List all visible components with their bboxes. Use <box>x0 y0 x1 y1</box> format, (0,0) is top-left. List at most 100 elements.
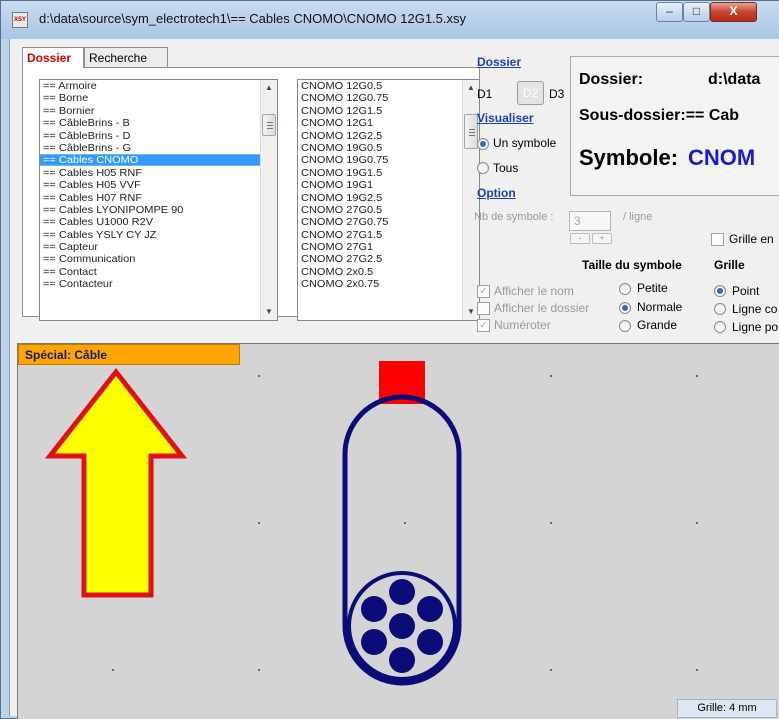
spin-minus-button[interactable]: - <box>570 233 590 244</box>
symbol-list[interactable]: CNOMO 12G0.5 CNOMO 12G0.75 CNOMO 12G1.5 CNO… <box>297 79 480 321</box>
symbol-list-item[interactable]: CNOMO 19G0.5 <box>298 142 479 154</box>
folder-list-item[interactable]: == Cables LYONIPOMPE 90 <box>40 204 277 216</box>
folder-list-item[interactable]: == Cables H07 RNF <box>40 192 277 204</box>
nb-symbole-input[interactable]: 3 <box>569 211 611 231</box>
tab-recherche[interactable]: Recherche <box>84 47 168 68</box>
folder-list[interactable]: == Armoire == Borne == Bornier == CâbleBrin… <box>39 79 278 321</box>
scroll-up-icon[interactable]: ▲ <box>261 80 277 96</box>
symbol-list-item[interactable]: CNOMO 2x0.75 <box>298 279 479 291</box>
folder-list-scrollbar[interactable]: ▲ ▼ <box>260 80 277 320</box>
symbol-list-item[interactable]: CNOMO 2x0.5 <box>298 266 479 278</box>
symbol-list-item[interactable]: CNOMO 27G2.5 <box>298 254 479 266</box>
radio-point-label[interactable]: Point <box>732 284 759 298</box>
conductor <box>389 613 415 639</box>
folder-list-item[interactable]: == CâbleBrins - G <box>40 142 277 154</box>
radio-grande[interactable] <box>619 320 631 332</box>
d1-label[interactable]: D1 <box>477 87 492 101</box>
afficher-dossier-checkbox[interactable] <box>477 302 490 315</box>
numeroter-label[interactable]: Numéroter <box>494 318 551 332</box>
dossier-heading[interactable]: Dossier <box>477 55 521 69</box>
grille-en-label[interactable]: Grille en <box>729 232 774 246</box>
spin-plus-button[interactable]: + <box>592 233 612 244</box>
radio-tous[interactable] <box>477 162 489 174</box>
taille-heading: Taille du symbole <box>582 258 682 272</box>
folder-list-item[interactable]: == Cables CNOMO <box>40 154 277 167</box>
symbol-list-item[interactable]: CNOMO 12G1.5 <box>298 105 479 117</box>
app-icon: XSY <box>12 12 28 28</box>
arrow-icon <box>44 367 188 598</box>
symbol-list-item[interactable]: CNOMO 27G1.5 <box>298 229 479 241</box>
symbol-list-item[interactable]: CNOMO 12G0.5 <box>298 80 479 92</box>
radio-ligne-pointillee[interactable] <box>714 321 726 333</box>
folder-list-item[interactable]: == Contact <box>40 266 277 278</box>
symbol-drawing <box>44 361 462 686</box>
symbol-list-item[interactable]: CNOMO 27G0.5 <box>298 204 479 216</box>
scroll-thumb[interactable] <box>262 114 276 136</box>
minimize-button[interactable]: – <box>656 2 683 22</box>
afficher-nom-label[interactable]: Afficher le nom <box>494 284 574 298</box>
app-window: XSY d:\data\source\sym_electrotech1\== C… <box>0 0 779 719</box>
symbol-list-item[interactable]: CNOMO 12G2.5 <box>298 130 479 142</box>
symbol-list-item[interactable]: CNOMO 12G1 <box>298 117 479 129</box>
scroll-thumb[interactable] <box>464 114 478 149</box>
folder-list-item[interactable]: == Capteur <box>40 241 277 253</box>
conductor <box>389 579 415 605</box>
afficher-dossier-label[interactable]: Afficher le dossier <box>494 301 589 315</box>
radio-normale[interactable] <box>619 302 631 314</box>
option-heading[interactable]: Option <box>477 186 516 200</box>
afficher-nom-checkbox[interactable]: ✓ <box>477 285 490 298</box>
folder-list-item[interactable]: == Bornier <box>40 105 277 117</box>
visualiser-heading[interactable]: Visualiser <box>477 111 533 125</box>
tab-dossier[interactable]: Dossier <box>22 47 84 68</box>
radio-ligne-pointillee-label[interactable]: Ligne po <box>732 320 778 334</box>
radio-ligne-continue-label[interactable]: Ligne co <box>732 302 777 316</box>
info-symbole-value: CNOM <box>688 145 756 170</box>
radio-petite-label[interactable]: Petite <box>637 281 668 295</box>
symbol-list-item[interactable]: CNOMO 19G2.5 <box>298 192 479 204</box>
symbol-list-item[interactable]: CNOMO 19G1.5 <box>298 167 479 179</box>
symbol-preview-canvas[interactable]: Spécial: Câble <box>17 343 779 719</box>
symbol-list-item[interactable]: CNOMO 27G1 <box>298 241 479 253</box>
radio-petite[interactable] <box>619 283 631 295</box>
grille-heading: Grille <box>714 258 745 272</box>
symbol-list-item[interactable]: CNOMO 19G1 <box>298 179 479 191</box>
symbol-list-item[interactable]: CNOMO 12G0.75 <box>298 93 479 105</box>
info-sous-dossier: Sous-dossier:== Cab <box>579 107 740 124</box>
tab-panel-dossier: == Armoire == Borne == Bornier == CâbleBrin… <box>22 67 480 321</box>
folder-list-item[interactable]: == Armoire <box>40 80 277 92</box>
radio-un-symbole[interactable] <box>477 138 489 150</box>
window-title: d:\data\source\sym_electrotech1\== Cable… <box>39 11 467 26</box>
per-line-label: / ligne <box>623 211 653 223</box>
grille-en-checkbox[interactable] <box>711 233 724 246</box>
symbol-list-item[interactable]: CNOMO 27G0.75 <box>298 217 479 229</box>
radio-point[interactable] <box>714 285 726 297</box>
maximize-button[interactable]: □ <box>683 2 710 22</box>
info-symbole-label: Symbole: <box>579 145 679 170</box>
d3-label[interactable]: D3 <box>549 87 564 101</box>
radio-normale-label[interactable]: Normale <box>637 300 682 314</box>
folder-list-item[interactable]: == Contacteur <box>40 279 277 291</box>
folder-list-item[interactable]: == CâbleBrins - D <box>40 130 277 142</box>
nb-symbole-label: Nb de symbole : <box>474 211 554 223</box>
folder-list-item[interactable]: == Cables H05 RNF <box>40 167 277 179</box>
radio-tous-label[interactable]: Tous <box>493 161 518 175</box>
info-dossier-value: d:\data <box>708 71 761 88</box>
folder-list-item[interactable]: == Cables U1000 R2V <box>40 217 277 229</box>
info-dossier-label: Dossier: <box>579 71 644 88</box>
close-button[interactable]: X <box>710 2 757 22</box>
radio-ligne-continue[interactable] <box>714 303 726 315</box>
numeroter-checkbox[interactable]: ✓ <box>477 319 490 332</box>
radio-grande-label[interactable]: Grande <box>637 318 677 332</box>
grid-status: Grille: 4 mm <box>677 699 777 718</box>
symbol-list-item[interactable]: CNOMO 19G0.75 <box>298 155 479 167</box>
d2-button[interactable]: D2 <box>517 81 544 105</box>
radio-un-symbole-label[interactable]: Un symbole <box>493 136 556 150</box>
conductor <box>389 647 415 673</box>
folder-list-item[interactable]: == Borne <box>40 93 277 105</box>
folder-list-item[interactable]: == Cables H05 VVF <box>40 179 277 191</box>
folder-list-item[interactable]: == CâbleBrins - B <box>40 117 277 129</box>
title-bar[interactable]: XSY d:\data\source\sym_electrotech1\== C… <box>1 1 779 39</box>
scroll-down-icon[interactable]: ▼ <box>261 304 277 320</box>
folder-list-item[interactable]: == Cables YSLY CY JZ <box>40 229 277 241</box>
folder-list-item[interactable]: == Communication <box>40 254 277 266</box>
